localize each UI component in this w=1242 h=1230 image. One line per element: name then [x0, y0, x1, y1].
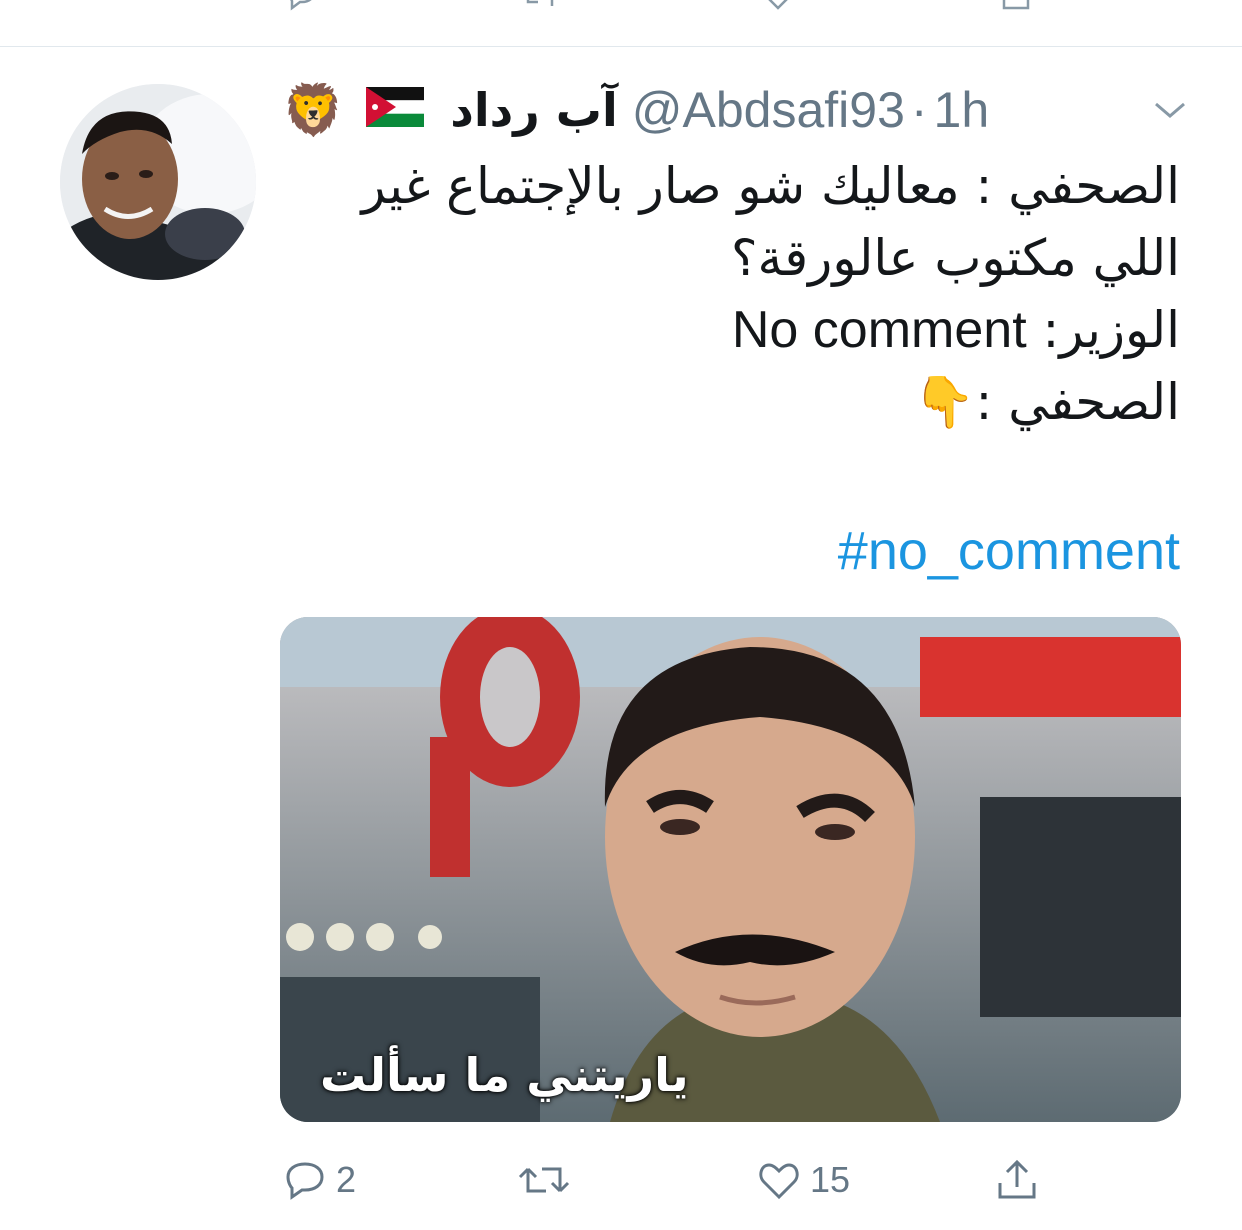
jordan-flag-icon — [366, 81, 425, 139]
no-comment-text: No comment — [731, 301, 1027, 359]
previous-tweet-actions — [0, 0, 1242, 20]
display-name[interactable]: آب رداد — [450, 83, 617, 137]
retweet-button[interactable] — [516, 1150, 580, 1210]
retweet-icon — [518, 1167, 570, 1193]
share-icon[interactable] — [998, 0, 1034, 14]
pointing-down-emoji: 👇 — [913, 373, 976, 431]
heart-icon — [759, 1163, 799, 1200]
media-image — [280, 617, 1181, 1122]
tweet-media[interactable]: ياريتني ما سألت — [280, 617, 1181, 1122]
minister-label: الوزير: — [1042, 301, 1180, 359]
like-icon[interactable] — [760, 0, 796, 14]
media-caption: ياريتني ما سألت — [320, 1048, 689, 1102]
tweet-header: 🦁 آب رداد @Abdsafi93 · 1h — [282, 78, 989, 142]
chevron-down-icon[interactable] — [1148, 88, 1192, 132]
like-button[interactable]: 15 — [756, 1150, 850, 1210]
lion-emoji: 🦁 — [282, 81, 345, 138]
reply-count: 2 — [336, 1159, 357, 1200]
tweet-text-line: الصحفي : معاليك شو صار بالإجتماع غير — [361, 157, 1180, 215]
tweet-divider — [0, 46, 1242, 47]
avatar-photo — [60, 84, 256, 280]
avatar[interactable] — [60, 84, 256, 280]
tweet-text-line: الصحفي :👇 — [280, 366, 1180, 438]
tweet-text-line: اللي مكتوب عالورقة؟ — [730, 229, 1180, 287]
reply-button[interactable]: 2 — [282, 1150, 356, 1210]
tweet-body: الصحفي : معاليك شو صار بالإجتماع غير الل… — [280, 150, 1180, 438]
share-button[interactable] — [994, 1150, 1040, 1210]
hashtag-link[interactable]: #no_comment — [838, 520, 1180, 582]
reply-icon[interactable] — [284, 0, 320, 14]
separator-dot: · — [910, 82, 928, 138]
user-handle[interactable]: @Abdsafi93 — [632, 81, 905, 139]
retweet-icon[interactable] — [522, 0, 558, 14]
tweet-text-line: الوزير: No comment — [280, 294, 1180, 366]
share-icon — [998, 1159, 1036, 1199]
like-count: 15 — [810, 1159, 851, 1200]
reply-icon — [286, 1162, 324, 1200]
journalist-label: الصحفي : — [975, 373, 1180, 431]
tweet-actions: 2 15 — [0, 1150, 1242, 1214]
timestamp[interactable]: 1h — [934, 81, 990, 139]
